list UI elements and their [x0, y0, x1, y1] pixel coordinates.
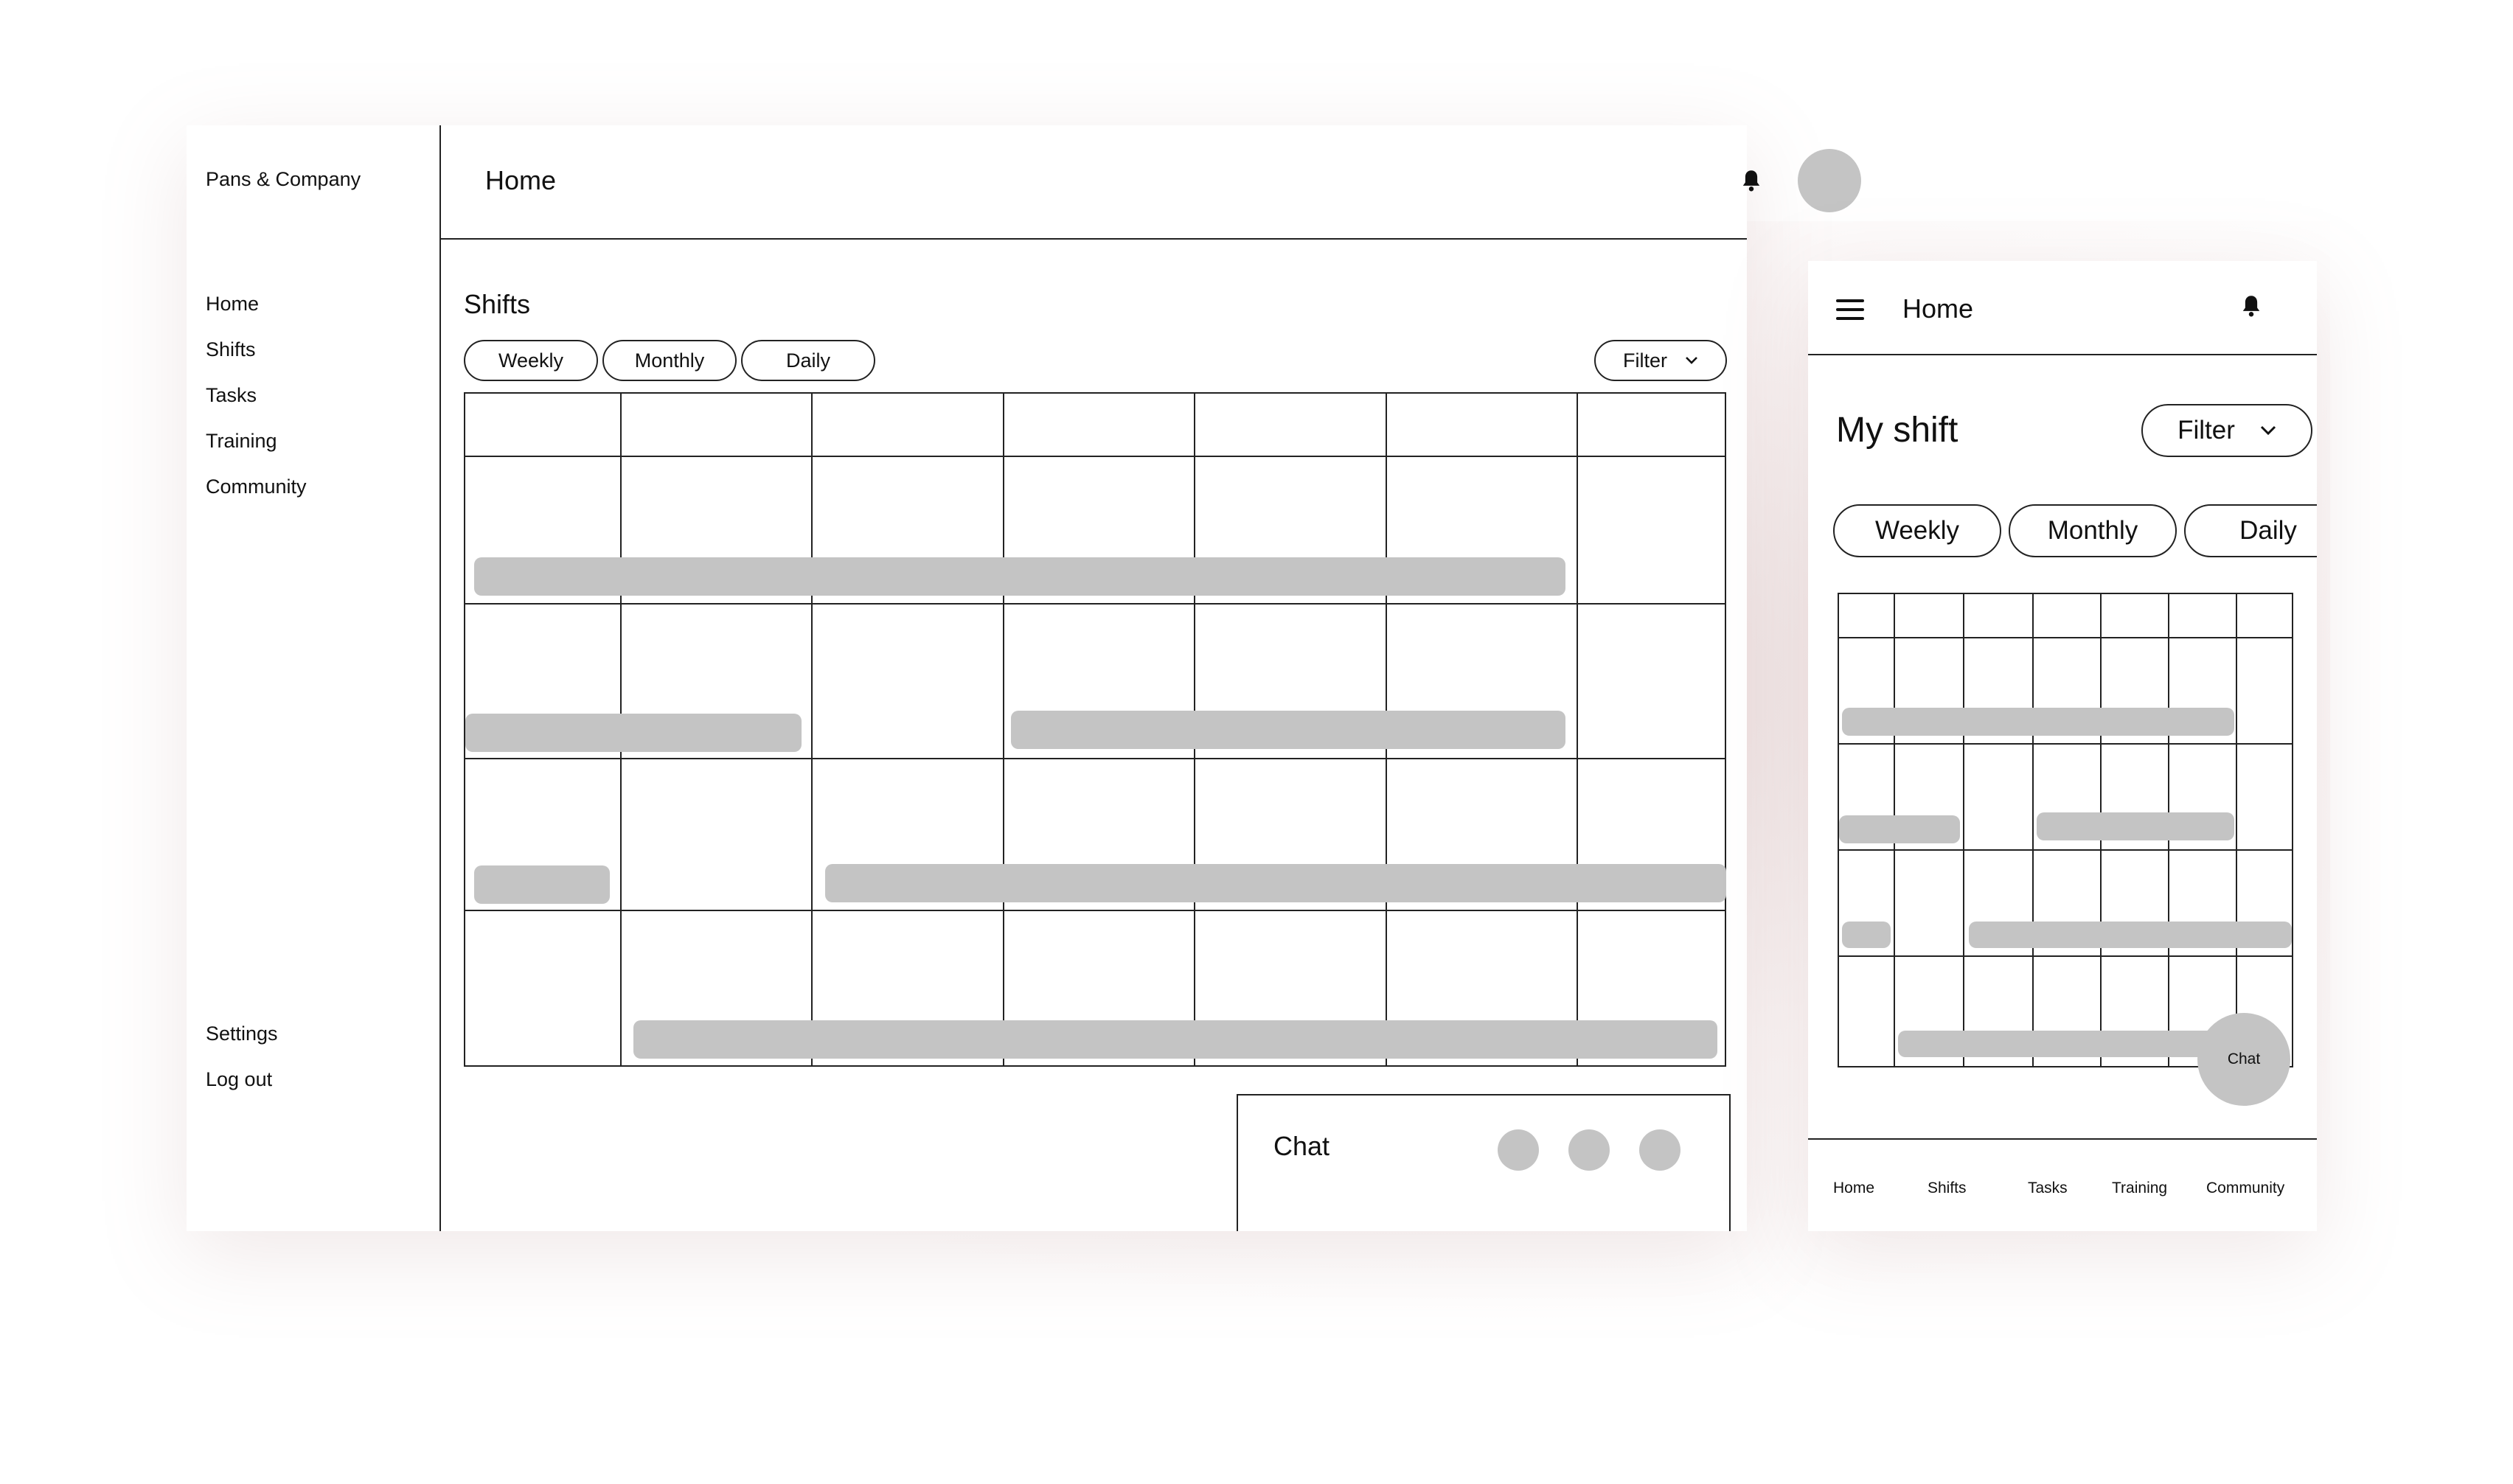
shift-bar[interactable]	[474, 865, 610, 904]
sidebar-item-community[interactable]: Community	[206, 472, 307, 518]
grid-column-divider	[2032, 594, 2034, 1066]
weekly-toggle[interactable]: Weekly	[464, 340, 598, 381]
daily-toggle[interactable]: Daily	[741, 340, 875, 381]
sidebar: Pans & Company Home Shifts Tasks Trainin…	[187, 125, 441, 1231]
shift-bar[interactable]	[633, 1020, 1717, 1059]
tab-tasks[interactable]: Tasks	[2028, 1180, 2068, 1197]
bell-icon[interactable]	[2240, 293, 2262, 318]
monthly-toggle[interactable]: Monthly	[602, 340, 737, 381]
shift-calendar-grid	[464, 392, 1726, 1067]
mobile-frame: Home My shift Filter Weekly Monthly Dail…	[1808, 261, 2317, 1231]
mobile-tab-bar: Home Shifts Tasks Training Community	[1808, 1138, 2317, 1231]
sidebar-item-settings[interactable]: Settings	[206, 1019, 278, 1065]
grid-row-divider	[465, 603, 1725, 605]
filter-dropdown[interactable]: Filter	[1594, 340, 1727, 381]
desktop-frame: Pans & Company Home Shifts Tasks Trainin…	[187, 125, 1861, 1231]
mobile-header-title: Home	[1902, 293, 1974, 324]
mobile-daily-toggle[interactable]: Daily	[2184, 504, 2317, 557]
grid-row-divider	[465, 910, 1725, 911]
hamburger-icon[interactable]	[1836, 299, 1864, 320]
filter-label: Filter	[2177, 416, 2235, 445]
chat-title: Chat	[1273, 1131, 1330, 1161]
shift-bar[interactable]	[1842, 708, 2234, 736]
mobile-weekly-toggle[interactable]: Weekly	[1833, 504, 2001, 557]
sidebar-item-home[interactable]: Home	[206, 289, 307, 335]
shift-bar[interactable]	[1842, 922, 1891, 948]
tab-community[interactable]: Community	[2206, 1180, 2284, 1197]
shift-bar[interactable]	[1011, 711, 1565, 749]
chat-avatar[interactable]	[1568, 1129, 1610, 1171]
chat-avatar[interactable]	[1639, 1129, 1680, 1171]
brand-name: Pans & Company	[206, 168, 361, 190]
sidebar-item-shifts[interactable]: Shifts	[206, 335, 307, 380]
tab-training[interactable]: Training	[2112, 1180, 2167, 1197]
grid-row-divider	[1839, 849, 2292, 851]
top-bar: Home	[441, 125, 1861, 240]
filter-label: Filter	[1623, 349, 1667, 372]
shift-bar[interactable]	[1969, 922, 2292, 948]
sidebar-item-training[interactable]: Training	[206, 426, 307, 472]
shift-bar[interactable]	[2037, 812, 2234, 840]
shift-bar[interactable]	[474, 557, 1565, 596]
grid-column-divider	[1963, 594, 1964, 1066]
chevron-down-icon	[2260, 425, 2276, 436]
tab-home[interactable]: Home	[1833, 1180, 1874, 1197]
sidebar-nav: Home Shifts Tasks Training Community	[206, 289, 307, 518]
mobile-shift-calendar-grid	[1838, 593, 2293, 1067]
mobile-monthly-toggle[interactable]: Monthly	[2009, 504, 2177, 557]
grid-row-divider	[465, 758, 1725, 759]
sidebar-item-tasks[interactable]: Tasks	[206, 380, 307, 426]
grid-column-divider	[2236, 594, 2237, 1066]
sidebar-bottom-nav: Settings Log out	[206, 1019, 278, 1110]
chevron-down-icon	[1686, 357, 1697, 364]
mobile-page-title: My shift	[1836, 411, 1958, 450]
avatar[interactable]	[1798, 149, 1861, 212]
mobile-filter-dropdown[interactable]: Filter	[2141, 404, 2312, 457]
grid-row-divider	[1839, 743, 2292, 745]
shift-bar[interactable]	[1839, 815, 1960, 843]
section-title: Shifts	[464, 289, 531, 319]
chat-avatar[interactable]	[1498, 1129, 1539, 1171]
shift-bar[interactable]	[825, 864, 1726, 902]
page-title: Home	[485, 165, 557, 195]
grid-column-divider	[811, 394, 813, 1065]
grid-column-divider	[1577, 394, 1578, 1065]
grid-row-divider	[1839, 637, 2292, 638]
bell-icon[interactable]	[1740, 168, 1762, 193]
chat-fab-button[interactable]: Chat	[2197, 1013, 2290, 1106]
grid-row-divider	[1839, 955, 2292, 957]
grid-column-divider	[1003, 394, 1004, 1065]
mobile-header: Home	[1808, 261, 2317, 355]
shift-bar[interactable]	[465, 714, 802, 752]
sidebar-item-logout[interactable]: Log out	[206, 1065, 278, 1110]
tab-shifts[interactable]: Shifts	[1928, 1180, 1967, 1197]
chat-panel[interactable]: Chat	[1237, 1094, 1731, 1231]
grid-row-divider	[465, 456, 1725, 457]
